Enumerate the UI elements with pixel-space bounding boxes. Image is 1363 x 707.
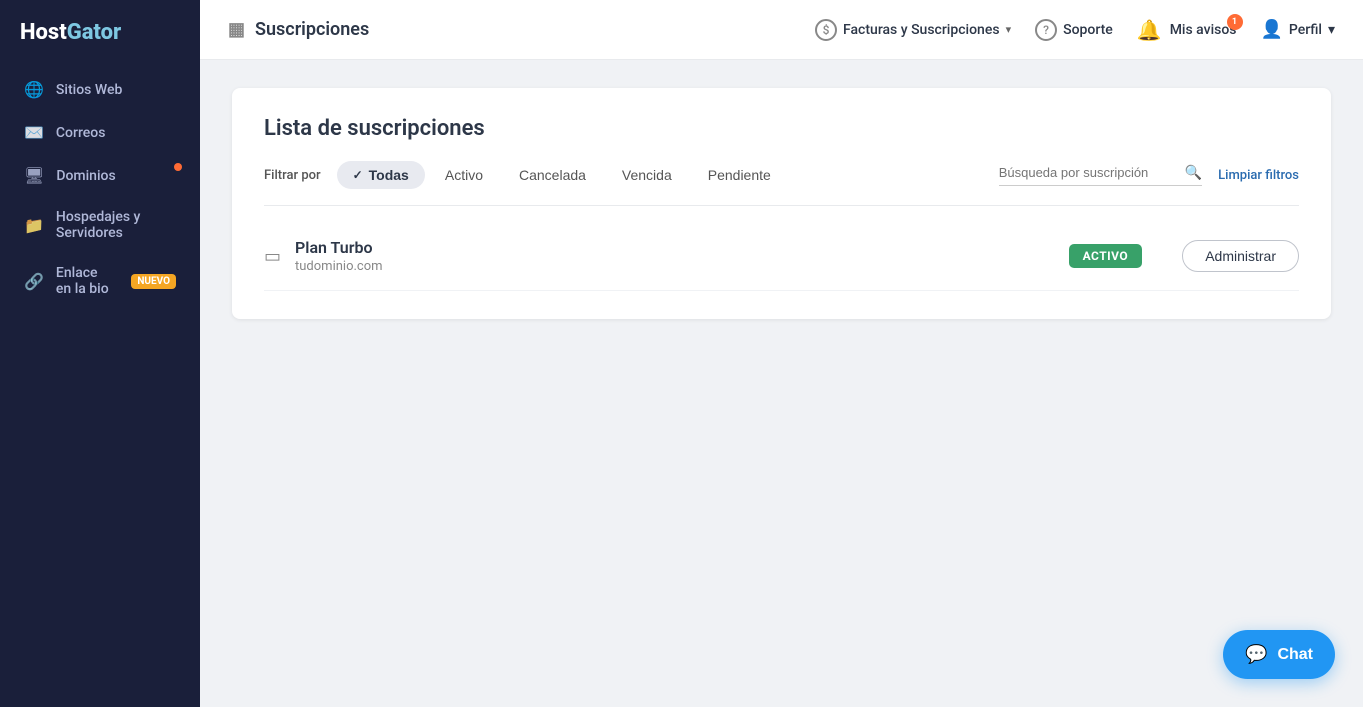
dominios-notification-dot — [174, 163, 182, 171]
clear-filters-button[interactable]: Limpiar filtros — [1218, 168, 1299, 183]
mail-icon: ✉️ — [24, 123, 44, 142]
avisos-menu[interactable]: 🔔 1 Mis avisos — [1137, 18, 1237, 42]
chat-icon: 💬 — [1245, 644, 1267, 665]
avisos-badge: 1 — [1227, 14, 1243, 30]
billing-label: Facturas y Suscripciones — [843, 22, 1000, 38]
billing-chevron-icon: ▾ — [1006, 23, 1012, 36]
page-icon: ▦ — [228, 19, 245, 40]
page-title: Suscripciones — [255, 19, 369, 40]
filter-pendiente[interactable]: Pendiente — [692, 161, 787, 189]
topnav: ▦ Suscripciones $ Facturas y Suscripcion… — [200, 0, 1363, 60]
soporte-menu[interactable]: ? Soporte — [1035, 19, 1113, 41]
folder-outline-icon: ▭ — [264, 246, 281, 267]
globe-icon: 🌐 — [24, 80, 44, 99]
help-icon: ? — [1035, 19, 1057, 41]
sidebar-item-label: Correos — [56, 125, 106, 141]
folder-icon: 📁 — [24, 216, 44, 235]
main-area: ▦ Suscripciones $ Facturas y Suscripcion… — [200, 0, 1363, 707]
chat-button[interactable]: 💬 Chat — [1223, 630, 1335, 679]
sidebar-item-sitios-web[interactable]: 🌐 Sitios Web — [10, 69, 190, 110]
table-row: ▭ Plan Turbo tudominio.com ACTIVO Admini… — [264, 222, 1299, 291]
sidebar-item-hospedajes[interactable]: 📁 Hospedajes y Servidores — [10, 198, 190, 252]
sidebar-item-correos[interactable]: ✉️ Correos — [10, 112, 190, 153]
sidebar-nav: 🌐 Sitios Web ✉️ Correos 🖥 Dominios 📁 Hos… — [0, 69, 200, 308]
subscription-domain: tudominio.com — [295, 259, 1069, 274]
filter-bar: Filtrar por ✓ Todas Activo Cancelada — [264, 161, 1299, 189]
filter-activo[interactable]: Activo — [429, 161, 499, 189]
search-icon: 🔍 — [1185, 165, 1202, 181]
brand-logo[interactable]: HostGator — [0, 0, 200, 69]
chat-label: Chat — [1277, 646, 1313, 664]
page-title-wrap: ▦ Suscripciones — [228, 19, 369, 40]
filter-right: 🔍 Limpiar filtros — [999, 165, 1299, 186]
filter-todas[interactable]: ✓ Todas — [337, 161, 425, 189]
profile-menu[interactable]: 👤 Perfil ▾ — [1261, 19, 1336, 40]
check-icon: ✓ — [353, 168, 363, 182]
divider — [264, 205, 1299, 206]
search-input[interactable] — [999, 165, 1179, 180]
filter-vencida[interactable]: Vencida — [606, 161, 688, 189]
manage-button[interactable]: Administrar — [1182, 240, 1299, 272]
brand-name: HostGator — [20, 20, 121, 45]
sidebar-item-dominios[interactable]: 🖥 Dominios — [10, 155, 190, 196]
card-title: Lista de suscripciones — [264, 116, 1299, 141]
search-wrap[interactable]: 🔍 — [999, 165, 1202, 186]
filter-cancelada-label: Cancelada — [519, 167, 586, 183]
profile-label: Perfil — [1289, 22, 1322, 38]
subscriptions-card: Lista de suscripciones Filtrar por ✓ Tod… — [232, 88, 1331, 319]
filter-activo-label: Activo — [445, 167, 483, 183]
sidebar-item-enlace-bio[interactable]: 🔗 Enlace en la bio NUEVO — [10, 254, 190, 308]
filter-label: Filtrar por — [264, 168, 321, 183]
sidebar-item-label: Dominios — [56, 168, 115, 184]
content-area: Lista de suscripciones Filtrar por ✓ Tod… — [200, 60, 1363, 707]
soporte-label: Soporte — [1063, 22, 1113, 38]
filter-buttons: ✓ Todas Activo Cancelada Vencida — [337, 161, 787, 189]
subscription-info: Plan Turbo tudominio.com — [295, 238, 1069, 274]
subscription-name: Plan Turbo — [295, 238, 1069, 257]
filter-todas-label: Todas — [369, 167, 409, 183]
bell-icon: 🔔 — [1137, 18, 1162, 42]
status-badge: ACTIVO — [1069, 244, 1143, 268]
link-icon: 🔗 — [24, 272, 44, 291]
filter-cancelada[interactable]: Cancelada — [503, 161, 602, 189]
monitor-icon: 🖥 — [24, 166, 44, 185]
filter-vencida-label: Vencida — [622, 167, 672, 183]
topnav-actions: $ Facturas y Suscripciones ▾ ? Soporte 🔔… — [815, 18, 1335, 42]
sidebar: HostGator 🌐 Sitios Web ✉️ Correos 🖥 Domi… — [0, 0, 200, 707]
sidebar-item-label: Hospedajes y Servidores — [56, 209, 176, 241]
profile-chevron-icon: ▾ — [1328, 22, 1335, 38]
billing-menu[interactable]: $ Facturas y Suscripciones ▾ — [815, 19, 1011, 41]
sidebar-item-label: Sitios Web — [56, 82, 122, 98]
filter-left: Filtrar por ✓ Todas Activo Cancelada — [264, 161, 787, 189]
sidebar-item-label: Enlace en la bio — [56, 265, 115, 297]
filter-pendiente-label: Pendiente — [708, 167, 771, 183]
billing-icon: $ — [815, 19, 837, 41]
user-icon: 👤 — [1261, 19, 1283, 40]
nuevo-badge: NUEVO — [131, 274, 176, 289]
